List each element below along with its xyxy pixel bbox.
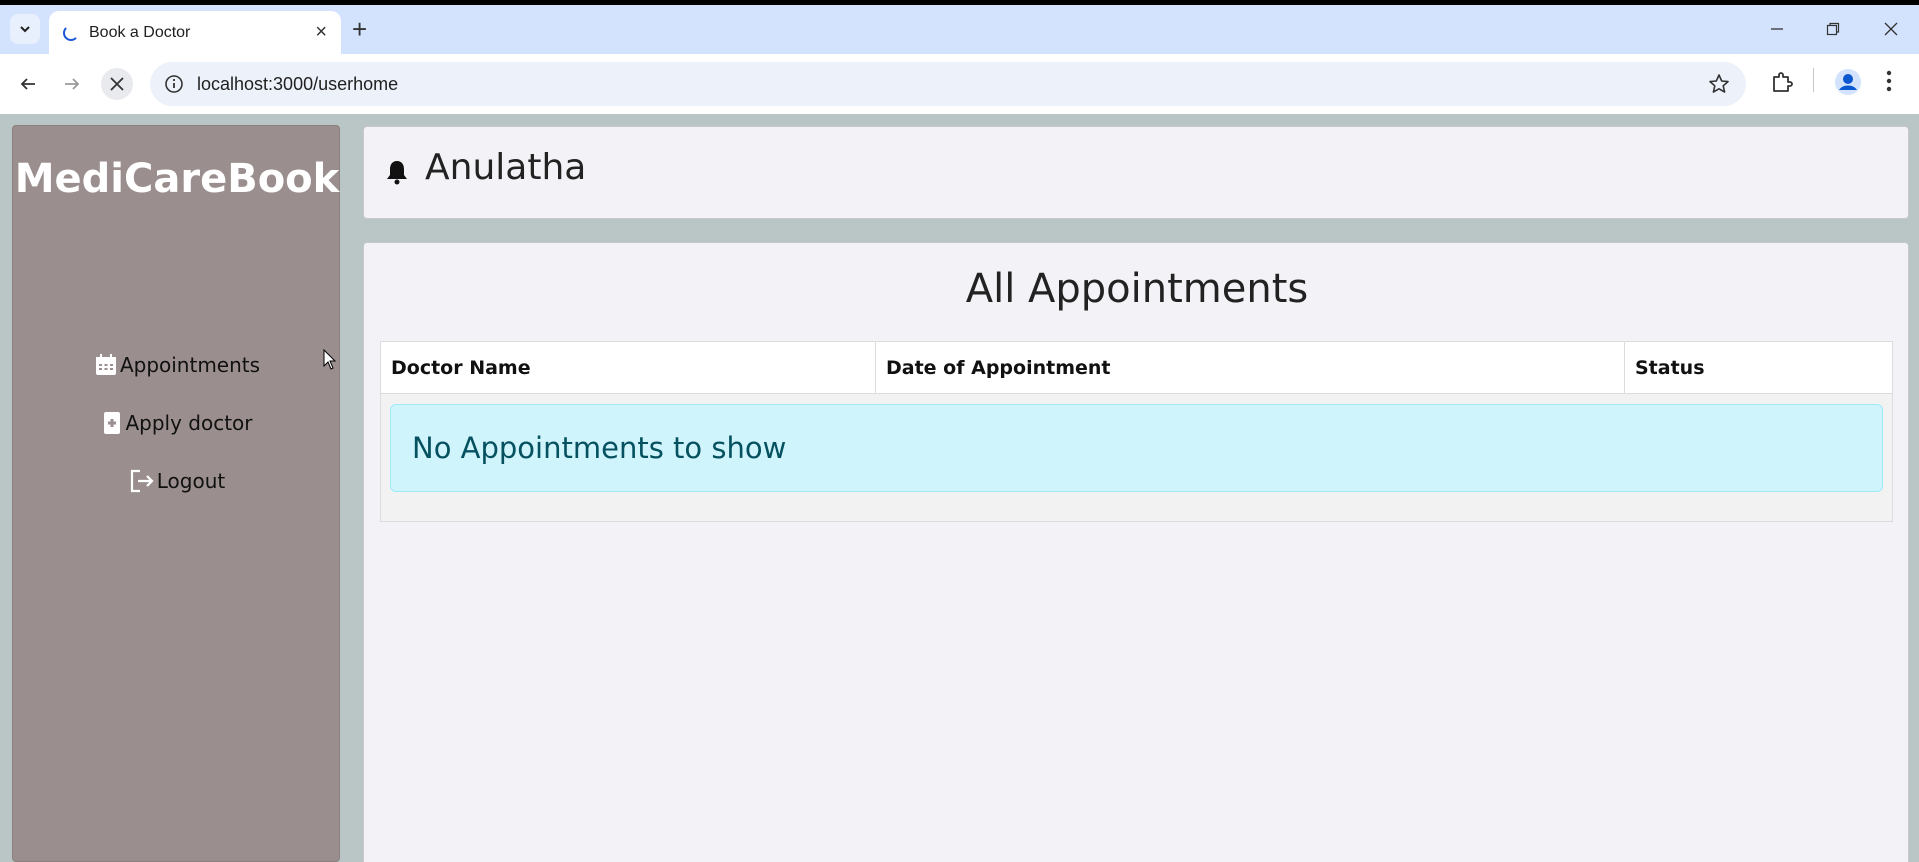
loading-spinner-icon bbox=[63, 25, 79, 41]
column-header-status: Status bbox=[1635, 356, 1705, 379]
calendar-icon bbox=[95, 354, 116, 375]
tab-bar: Book a Doctor × + bbox=[0, 5, 1919, 54]
medical-file-icon bbox=[104, 412, 121, 434]
browser-tab[interactable]: Book a Doctor × bbox=[49, 11, 341, 54]
column-header-doctor-name: Doctor Name bbox=[381, 342, 876, 393]
forward-button[interactable] bbox=[56, 68, 88, 100]
sidebar-item-label: Apply doctor bbox=[125, 411, 253, 435]
puzzle-icon bbox=[1773, 72, 1793, 92]
close-icon bbox=[1884, 22, 1898, 36]
user-name: Anulatha bbox=[425, 147, 587, 188]
site-info-icon[interactable] bbox=[164, 74, 184, 94]
table-header-row: Doctor Name Date of Appointment Status bbox=[381, 342, 1892, 394]
extensions-button[interactable] bbox=[1770, 70, 1794, 94]
sidebar-item-apply-doctor[interactable]: Apply doctor bbox=[13, 411, 341, 435]
new-tab-button[interactable]: + bbox=[352, 16, 367, 42]
header-bar: Anulatha bbox=[363, 126, 1909, 219]
mouse-cursor-icon bbox=[323, 349, 337, 370]
minimize-icon bbox=[1771, 28, 1783, 30]
sidebar-item-logout[interactable]: Logout bbox=[13, 469, 341, 493]
column-header-date: Date of Appointment bbox=[876, 342, 1625, 393]
close-window-button[interactable] bbox=[1871, 14, 1911, 44]
browser-toolbar: localhost:3000/userhome bbox=[0, 54, 1919, 114]
tab-close-icon[interactable]: × bbox=[315, 20, 327, 44]
url-text: localhost:3000/userhome bbox=[197, 74, 399, 94]
bookmark-star-icon[interactable] bbox=[1708, 73, 1730, 95]
restore-icon bbox=[1826, 22, 1840, 36]
arrow-left-icon bbox=[20, 78, 35, 90]
tab-search-button[interactable] bbox=[10, 14, 40, 44]
browser-menu-button[interactable] bbox=[1886, 70, 1892, 92]
more-vertical-icon bbox=[1886, 70, 1892, 92]
tab-title: Book a Doctor bbox=[89, 24, 191, 41]
table-body: No Appointments to show bbox=[381, 394, 1892, 521]
appointments-table: Doctor Name Date of Appointment Status N… bbox=[380, 341, 1893, 522]
address-bar[interactable]: localhost:3000/userhome bbox=[150, 62, 1746, 106]
toolbar-divider bbox=[1813, 68, 1814, 92]
close-icon bbox=[110, 77, 124, 91]
sidebar-item-label: Logout bbox=[156, 469, 226, 493]
back-button[interactable] bbox=[12, 68, 44, 100]
appointments-card: All Appointments Doctor Name Date of App… bbox=[363, 242, 1909, 862]
arrow-right-icon bbox=[65, 78, 80, 90]
sidebar: MediCareBook Appointments Apply doctor L… bbox=[12, 125, 340, 862]
sidebar-item-label: Appointments bbox=[119, 353, 261, 377]
chevron-down-icon bbox=[20, 26, 30, 33]
bell-icon[interactable] bbox=[386, 159, 408, 185]
page-title: All Appointments bbox=[965, 266, 1309, 312]
restore-button[interactable] bbox=[1813, 14, 1853, 44]
profile-button[interactable] bbox=[1834, 68, 1862, 96]
brand-logo: MediCareBook bbox=[14, 156, 340, 202]
logout-icon bbox=[130, 469, 154, 493]
stop-loading-button[interactable] bbox=[101, 68, 133, 100]
sidebar-item-appointments[interactable]: Appointments bbox=[13, 353, 341, 377]
minimize-button[interactable] bbox=[1757, 14, 1797, 44]
avatar-icon bbox=[1835, 69, 1861, 95]
empty-state-alert: No Appointments to show bbox=[390, 404, 1883, 492]
